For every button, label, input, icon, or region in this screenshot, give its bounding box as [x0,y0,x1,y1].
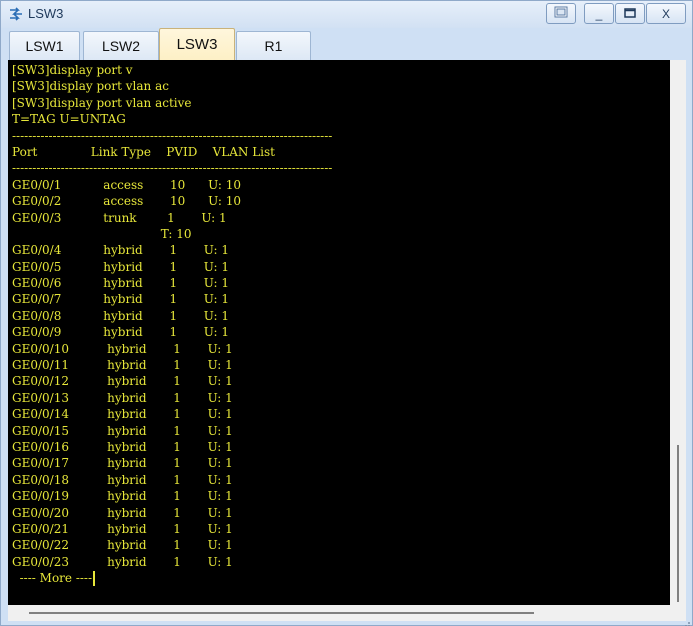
terminal-line: ----------------------------------------… [12,128,333,143]
tab-lsw1[interactable]: LSW1 [9,31,80,60]
terminal-line: GE0/0/15 hybrid 1 U: 1 [12,423,233,438]
terminal-line: GE0/0/1 access 10 U: 10 [12,177,241,192]
title-bar[interactable]: LSW3 _ X [1,1,692,28]
terminal-line: GE0/0/7 hybrid 1 U: 1 [12,292,229,307]
terminal-line: GE0/0/17 hybrid 1 U: 1 [12,456,233,471]
restore-button[interactable] [546,3,576,24]
tab-lsw2[interactable]: LSW2 [83,31,159,60]
tab-r1[interactable]: R1 [236,31,311,60]
vertical-scrollbar[interactable] [670,60,686,605]
tab-lsw3[interactable]: LSW3 [159,28,235,60]
terminal-line: T=TAG U=UNTAG [12,112,126,127]
maximize-icon [624,7,636,21]
tab-label: R1 [264,38,283,54]
terminal-line: GE0/0/3 trunk 1 U: 1 [12,210,227,225]
terminal-line: ----------------------------------------… [12,161,333,176]
terminal-line: [SW3]display port vlan ac [12,79,169,94]
switch-icon [8,6,24,22]
terminal-output: [SW3]display port v [SW3]display port vla… [12,62,332,587]
terminal-window: LSW3 _ X LSW1 LSW2 LSW3 R1 [SW3]display … [0,0,693,626]
more-prompt-line: ---- More ---- [12,570,332,587]
minimize-icon: _ [595,6,603,21]
terminal-line: GE0/0/12 hybrid 1 U: 1 [12,374,233,389]
terminal-line: GE0/0/11 hybrid 1 U: 1 [12,358,233,373]
terminal-console[interactable]: [SW3]display port v [SW3]display port vla… [8,60,670,605]
vertical-scroll-thumb[interactable] [677,445,679,602]
terminal-line: [SW3]display port vlan active [12,95,192,110]
maximize-button[interactable] [615,3,645,24]
terminal-line: [SW3]display port v [12,63,133,77]
terminal-line: GE0/0/6 hybrid 1 U: 1 [12,276,229,291]
tab-label: LSW1 [25,38,64,54]
terminal-line: GE0/0/16 hybrid 1 U: 1 [12,439,233,454]
window-title: LSW3 [28,6,64,21]
terminal-line: GE0/0/14 hybrid 1 U: 1 [12,407,233,422]
minimize-button[interactable]: _ [584,3,614,24]
tab-label: LSW3 [176,36,218,53]
resize-grip-icon[interactable] [681,613,691,626]
terminal-line: Port Link Type PVID VLAN List [12,144,275,159]
terminal-line: GE0/0/23 hybrid 1 U: 1 [12,554,233,569]
tab-bar: LSW1 LSW2 LSW3 R1 [5,28,688,60]
horizontal-scrollbar[interactable] [8,605,686,621]
close-icon: X [661,6,670,21]
tab-label: LSW2 [101,38,141,54]
terminal-line: GE0/0/9 hybrid 1 U: 1 [12,325,229,340]
terminal-line: GE0/0/22 hybrid 1 U: 1 [12,538,233,553]
terminal-line: GE0/0/20 hybrid 1 U: 1 [12,505,233,520]
terminal-line: GE0/0/21 hybrid 1 U: 1 [12,521,233,536]
terminal-line: GE0/0/8 hybrid 1 U: 1 [12,308,229,323]
restore-icon [554,6,568,21]
terminal-line: GE0/0/2 access 10 U: 10 [12,194,241,209]
more-prompt: ---- More ---- [12,571,93,586]
terminal-line: GE0/0/10 hybrid 1 U: 1 [12,341,233,356]
horizontal-scroll-thumb[interactable] [29,612,534,614]
terminal-line: GE0/0/5 hybrid 1 U: 1 [12,259,229,274]
text-cursor [93,571,96,587]
terminal-line: T: 10 [12,226,192,241]
terminal-line: GE0/0/4 hybrid 1 U: 1 [12,243,229,258]
terminal-line: GE0/0/13 hybrid 1 U: 1 [12,390,233,405]
terminal-line: GE0/0/18 hybrid 1 U: 1 [12,472,233,487]
close-button[interactable]: X [646,3,686,24]
terminal-line: GE0/0/19 hybrid 1 U: 1 [12,489,233,504]
